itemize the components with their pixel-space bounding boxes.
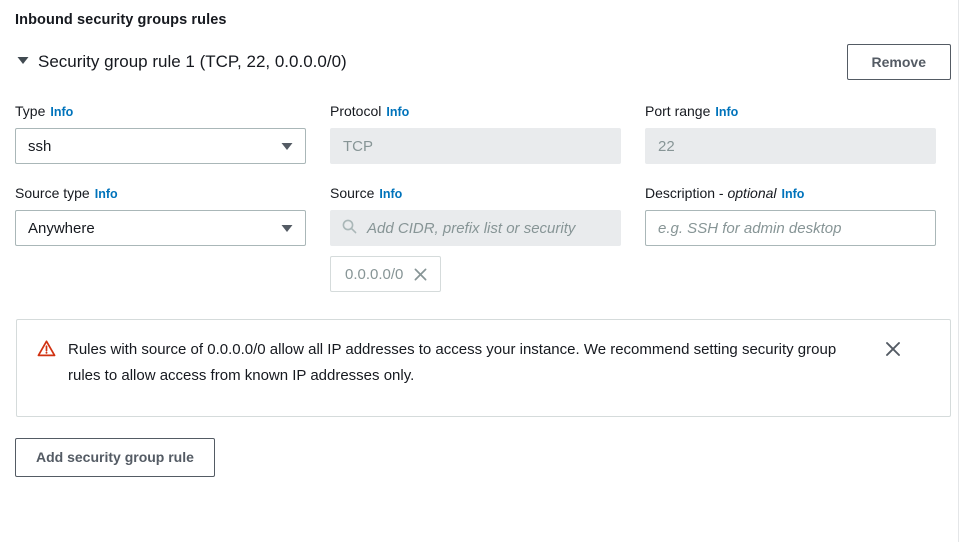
type-select[interactable]: ssh <box>15 128 306 164</box>
protocol-label-text: Protocol <box>330 103 382 119</box>
type-info-link[interactable]: Info <box>50 105 73 119</box>
source-type-label: Source type Info <box>15 184 306 203</box>
grid-gap <box>306 184 330 292</box>
description-label: Description - optional Info <box>645 184 936 203</box>
source-input-placeholder: Add CIDR, prefix list or security <box>367 219 576 237</box>
description-label-text: Description - <box>645 185 724 201</box>
rule-title: Security group rule 1 (TCP, 22, 0.0.0.0/… <box>38 52 347 71</box>
source-field-group: Source Info Add CIDR, prefix list or secu… <box>330 184 621 292</box>
port-range-input: 22 <box>645 128 936 164</box>
protocol-field-group: Protocol Info TCP <box>330 102 621 164</box>
source-label-text: Source <box>330 185 375 201</box>
port-range-field-group: Port range Info 22 <box>645 102 936 164</box>
grid-gap <box>621 102 645 164</box>
source-type-label-text: Source type <box>15 185 90 201</box>
caret-down-icon[interactable] <box>15 54 31 70</box>
description-optional-text: optional <box>727 185 777 201</box>
rule-fields-row-2: Source type Info Anywhere Source Info Ad… <box>15 184 965 292</box>
protocol-label: Protocol Info <box>330 102 621 121</box>
type-label-text: Type <box>15 103 46 119</box>
description-input[interactable]: e.g. SSH for admin desktop <box>645 210 936 246</box>
source-token-row: 0.0.0.0/0 <box>330 256 621 292</box>
rule-header: Security group rule 1 (TCP, 22, 0.0.0.0/… <box>15 42 951 82</box>
description-input-placeholder: e.g. SSH for admin desktop <box>658 219 842 237</box>
description-field-group: Description - optional Info e.g. SSH for … <box>645 184 936 292</box>
type-select-value: ssh <box>28 137 52 155</box>
chevron-down-icon <box>279 220 295 236</box>
search-icon <box>341 218 358 239</box>
source-type-select[interactable]: Anywhere <box>15 210 306 246</box>
close-icon[interactable] <box>882 338 904 360</box>
protocol-info-link[interactable]: Info <box>386 105 409 119</box>
warning-alert-text: Rules with source of 0.0.0.0/0 allow all… <box>68 341 837 384</box>
page-title: Inbound security groups rules <box>15 12 227 28</box>
port-range-info-link[interactable]: Info <box>715 105 738 119</box>
port-range-label: Port range Info <box>645 102 936 121</box>
remove-button[interactable]: Remove <box>846 43 951 81</box>
protocol-value: TCP <box>343 137 373 155</box>
inbound-security-group-rules-panel: Inbound security groups rules Security g… <box>0 0 965 477</box>
warning-alert: Rules with source of 0.0.0.0/0 allow all… <box>16 319 951 417</box>
source-input: Add CIDR, prefix list or security <box>330 210 621 246</box>
source-token-label: 0.0.0.0/0 <box>345 265 404 283</box>
source-token[interactable]: 0.0.0.0/0 <box>330 256 442 292</box>
description-info-link[interactable]: Info <box>782 187 805 201</box>
chevron-down-icon <box>279 138 295 154</box>
close-icon[interactable] <box>413 267 428 282</box>
source-type-select-value: Anywhere <box>28 219 95 237</box>
type-field-group: Type Info ssh <box>15 102 306 164</box>
port-range-label-text: Port range <box>645 103 711 119</box>
rule-fields-row-1: Type Info ssh Protocol Info TCP Port ran… <box>15 102 965 164</box>
port-range-value: 22 <box>658 137 675 155</box>
source-label: Source Info <box>330 184 621 203</box>
source-info-link[interactable]: Info <box>379 187 402 201</box>
source-type-field-group: Source type Info Anywhere <box>15 184 306 292</box>
grid-gap <box>306 102 330 164</box>
panel-footer: Add security group rule <box>15 438 965 477</box>
add-security-group-rule-button[interactable]: Add security group rule <box>15 438 215 477</box>
grid-gap <box>621 184 645 292</box>
warning-triangle-icon <box>37 339 56 358</box>
protocol-input: TCP <box>330 128 621 164</box>
source-type-info-link[interactable]: Info <box>95 187 118 201</box>
type-label: Type Info <box>15 102 306 121</box>
